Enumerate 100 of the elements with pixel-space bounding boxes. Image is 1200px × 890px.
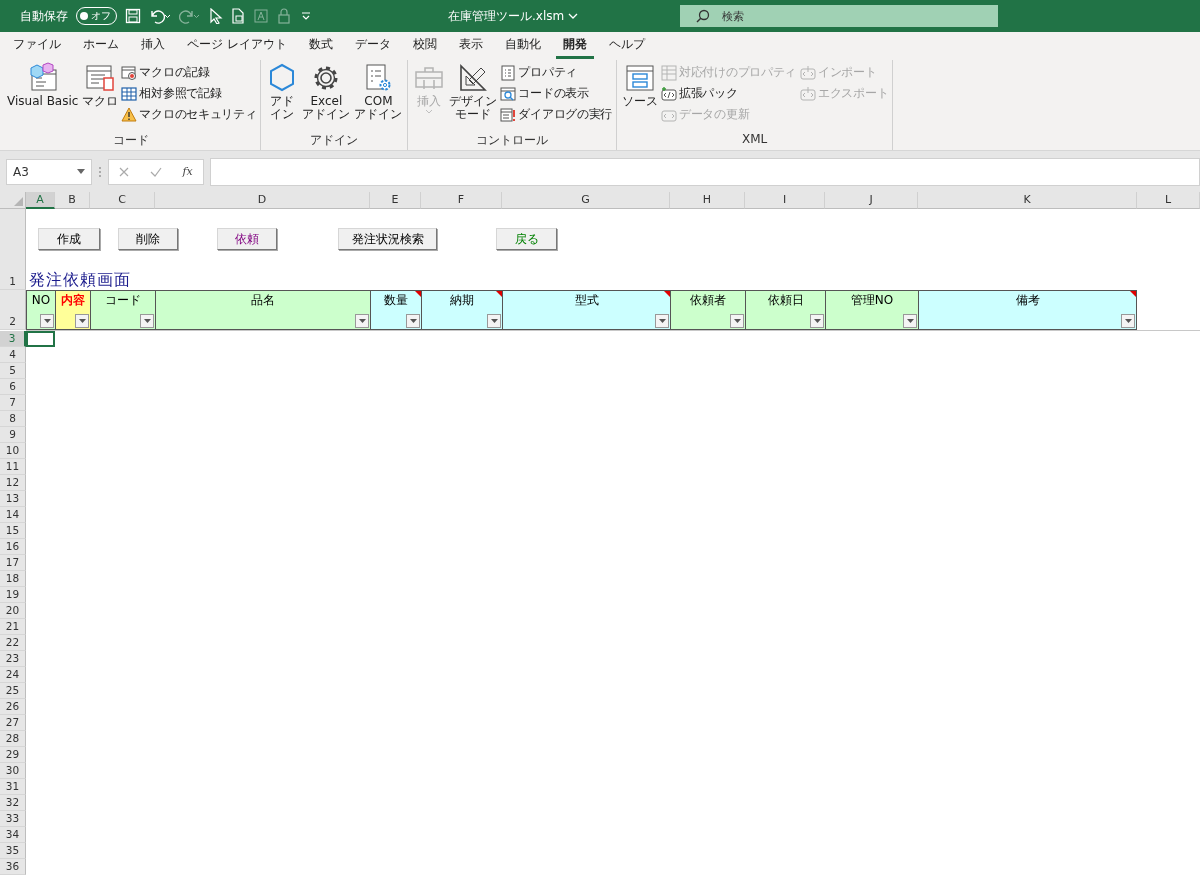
row-header[interactable]: 32 [0, 795, 26, 811]
filter-button[interactable] [140, 314, 154, 328]
column-header[interactable]: G [502, 192, 670, 209]
row-header[interactable]: 30 [0, 763, 26, 779]
column-header[interactable]: F [421, 192, 502, 209]
row-header[interactable]: 17 [0, 555, 26, 571]
filter-button[interactable] [75, 314, 89, 328]
row-header[interactable]: 7 [0, 395, 26, 411]
column-header[interactable]: K [918, 192, 1137, 209]
undo-icon[interactable] [149, 8, 171, 24]
column-header[interactable]: I [745, 192, 825, 209]
row-header[interactable]: 22 [0, 635, 26, 651]
ribbon-tab[interactable]: ホーム [76, 33, 126, 59]
ribbon-button[interactable]: マクロのセキュリティ [121, 104, 257, 125]
filter-button[interactable] [1121, 314, 1135, 328]
row-header[interactable]: 36 [0, 859, 26, 875]
row-header[interactable]: 26 [0, 699, 26, 715]
save-icon[interactable] [125, 8, 141, 24]
row-header[interactable]: 15 [0, 523, 26, 539]
column-header[interactable]: A [26, 192, 55, 209]
column-header[interactable]: H [670, 192, 745, 209]
caret-icon[interactable] [568, 12, 579, 20]
ribbon-tab[interactable]: 数式 [301, 33, 340, 59]
row-header[interactable]: 19 [0, 587, 26, 603]
ribbon-button[interactable]: ダイアログの実行 [500, 104, 613, 125]
row-header[interactable]: 3 [0, 331, 26, 347]
ribbon-button[interactable]: Visual Basic [6, 60, 80, 111]
ribbon-button[interactable]: COM アドイン [353, 60, 404, 124]
row-header[interactable]: 29 [0, 747, 26, 763]
name-box[interactable]: A3 [6, 158, 92, 185]
ribbon-tab[interactable]: ページ レイアウト [180, 33, 294, 59]
row-header[interactable]: 11 [0, 459, 26, 475]
insert-function-button[interactable]: fx [182, 165, 193, 178]
filter-button[interactable] [487, 314, 501, 328]
column-header[interactable]: D [155, 192, 370, 209]
sheet-button[interactable]: 発注状況検索 [338, 228, 437, 250]
filter-button[interactable] [730, 314, 744, 328]
filter-button[interactable] [655, 314, 669, 328]
ribbon-tab[interactable]: ヘルプ [601, 33, 652, 59]
row-header[interactable]: 18 [0, 571, 26, 587]
row-header[interactable]: 24 [0, 667, 26, 683]
column-header[interactable]: J [825, 192, 918, 209]
ribbon-tab[interactable]: 挿入 [134, 33, 172, 59]
row-header[interactable]: 25 [0, 683, 26, 699]
ribbon-button[interactable]: プロパティ [500, 62, 613, 83]
row-header[interactable]: 21 [0, 619, 26, 635]
row-header[interactable]: 27 [0, 715, 26, 731]
row-header[interactable]: 33 [0, 811, 26, 827]
ribbon-tab[interactable]: データ [347, 33, 398, 59]
ribbon-button[interactable]: デザインモード [448, 60, 499, 124]
row-header[interactable]: 4 [0, 347, 26, 363]
ribbon-button[interactable]: マクロの記録 [121, 62, 257, 83]
row-header[interactable]: 8 [0, 411, 26, 427]
row-header[interactable]: 1 [0, 209, 26, 290]
ribbon-button[interactable]: マクロ [81, 60, 120, 111]
sheet-button[interactable]: 戻る [496, 228, 557, 250]
row-header[interactable]: 31 [0, 779, 26, 795]
column-header[interactable]: B [55, 192, 90, 209]
ribbon-button[interactable]: コードの表示 [500, 83, 613, 104]
ribbon-tab[interactable]: 表示 [451, 33, 490, 59]
sheet-button[interactable]: 作成 [38, 228, 100, 250]
ribbon-tab[interactable]: 校閲 [405, 33, 444, 59]
ribbon-button[interactable]: アドイン [265, 60, 300, 124]
row-header[interactable]: 2 [0, 290, 26, 330]
ribbon-button[interactable]: 相対参照で記録 [121, 83, 257, 104]
ribbon-tab[interactable]: 開発 [555, 33, 594, 59]
ribbon-tab[interactable]: ファイル [6, 33, 68, 59]
document-icon[interactable] [231, 8, 245, 24]
row-header[interactable]: 6 [0, 379, 26, 395]
search-field[interactable]: 検索 [680, 5, 998, 27]
formula-input[interactable] [210, 157, 1200, 186]
row-header[interactable]: 14 [0, 507, 26, 523]
filter-button[interactable] [406, 314, 420, 328]
ribbon-button[interactable]: ソース [621, 60, 660, 111]
row-header[interactable]: 16 [0, 539, 26, 555]
sheet-button[interactable]: 依頼 [217, 228, 277, 250]
row-header[interactable]: 23 [0, 651, 26, 667]
column-header[interactable]: L [1137, 192, 1200, 209]
column-header[interactable]: E [370, 192, 421, 209]
filter-button[interactable] [810, 314, 824, 328]
pointer-icon[interactable] [209, 8, 223, 24]
ribbon-button[interactable]: 拡張パック [661, 83, 797, 104]
ribbon-tab[interactable]: 自動化 [497, 33, 548, 59]
row-header[interactable]: 34 [0, 827, 26, 843]
row-header[interactable]: 20 [0, 603, 26, 619]
sheet-button[interactable]: 削除 [118, 228, 178, 250]
ribbon-button[interactable]: Excel アドイン [301, 60, 352, 124]
active-cell[interactable] [26, 331, 55, 347]
filter-button[interactable] [903, 314, 917, 328]
column-header[interactable]: C [90, 192, 155, 209]
row-header[interactable]: 28 [0, 731, 26, 747]
row-header[interactable]: 13 [0, 491, 26, 507]
row-header[interactable]: 12 [0, 475, 26, 491]
filter-button[interactable] [40, 314, 54, 328]
row-header[interactable]: 9 [0, 427, 26, 443]
row-header[interactable]: 10 [0, 443, 26, 459]
file-name[interactable]: 在庫管理ツール.xlsm [448, 7, 565, 25]
row-header[interactable]: 35 [0, 843, 26, 859]
row-header[interactable]: 5 [0, 363, 26, 379]
filter-button[interactable] [355, 314, 369, 328]
